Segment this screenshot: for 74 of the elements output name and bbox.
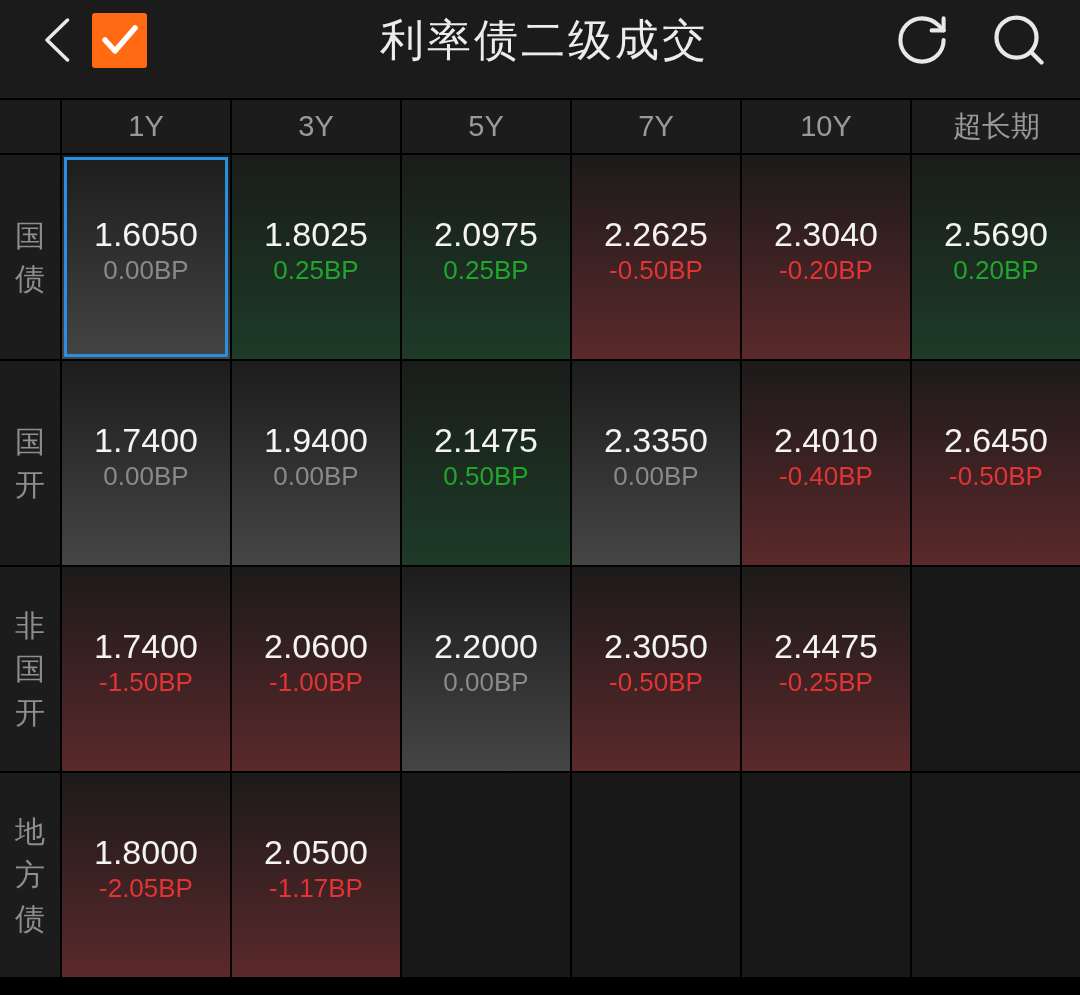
change-value: 0.50BP	[443, 460, 529, 492]
change-value: -1.00BP	[269, 666, 363, 698]
column-header: 1Y	[62, 100, 230, 153]
checkmark-icon	[101, 25, 138, 55]
yield-tile[interactable]: 2.1475 0.50BP	[402, 361, 570, 565]
column-header: 7Y	[572, 100, 740, 153]
change-value: -0.50BP	[949, 460, 1043, 492]
change-value: 0.25BP	[273, 254, 359, 286]
yield-tile[interactable]: 2.6450 -0.50BP	[912, 361, 1080, 565]
row-label: 非国开	[15, 607, 45, 731]
page-title: 利率债二级成交	[380, 13, 709, 66]
column-header: 超长期	[912, 100, 1080, 153]
yield-tile[interactable]: 2.0500 -1.17BP	[232, 773, 400, 977]
yield-tile[interactable]: 2.0975 0.25BP	[402, 155, 570, 359]
yield-value: 2.4010	[774, 420, 878, 460]
change-value: -0.40BP	[779, 460, 873, 492]
yield-value: 2.1475	[434, 420, 538, 460]
yield-value: 2.0975	[434, 214, 538, 254]
yield-tile[interactable]: 2.3050 -0.50BP	[572, 567, 740, 771]
back-icon[interactable]	[44, 18, 70, 62]
yield-tile[interactable]: 2.3350 0.00BP	[572, 361, 740, 565]
change-value: 0.25BP	[443, 254, 529, 286]
yield-value: 2.0600	[264, 626, 368, 666]
search-icon[interactable]	[993, 15, 1045, 65]
change-value: -0.50BP	[609, 254, 703, 286]
change-value: 0.20BP	[953, 254, 1039, 286]
yield-tile[interactable]: 1.7400 0.00BP	[62, 361, 230, 565]
change-value: -1.50BP	[99, 666, 193, 698]
yield-value: 2.5690	[944, 214, 1048, 254]
yield-value: 1.6050	[94, 214, 198, 254]
yield-tile[interactable]: 1.8025 0.25BP	[232, 155, 400, 359]
yield-tile[interactable]: 2.3040 -0.20BP	[742, 155, 910, 359]
table-corner	[0, 100, 60, 153]
yield-tile[interactable]: 2.0600 -1.00BP	[232, 567, 400, 771]
yield-value: 1.7400	[94, 420, 198, 460]
column-header: 3Y	[232, 100, 400, 153]
yield-value: 2.3050	[604, 626, 708, 666]
yield-value: 1.8025	[264, 214, 368, 254]
yield-tile[interactable]: 1.9400 0.00BP	[232, 361, 400, 565]
yield-value: 2.0500	[264, 832, 368, 872]
yield-value: 2.2625	[604, 214, 708, 254]
column-header: 5Y	[402, 100, 570, 153]
yield-tile[interactable]: 2.2625 -0.50BP	[572, 155, 740, 359]
yield-value: 1.8000	[94, 832, 198, 872]
refresh-icon[interactable]	[898, 16, 946, 64]
change-value: -0.25BP	[779, 666, 873, 698]
yield-tile[interactable]: 2.4475 -0.25BP	[742, 567, 910, 771]
change-value: 0.00BP	[613, 460, 699, 492]
row-label: 地方债	[15, 813, 45, 937]
change-value: -0.50BP	[609, 666, 703, 698]
yield-tile[interactable]: 1.6050 0.00BP	[62, 155, 230, 359]
yield-value: 2.2000	[434, 626, 538, 666]
yield-value: 2.6450	[944, 420, 1048, 460]
column-header: 10Y	[742, 100, 910, 153]
yield-value: 1.7400	[94, 626, 198, 666]
change-value: 0.00BP	[443, 666, 529, 698]
yield-tile[interactable]: 2.2000 0.00BP	[402, 567, 570, 771]
row-label: 国债	[15, 217, 45, 297]
yield-tile[interactable]: 1.7400 -1.50BP	[62, 567, 230, 771]
change-value: -2.05BP	[99, 872, 193, 904]
checkbox[interactable]	[92, 12, 147, 68]
yield-value: 2.4475	[774, 626, 878, 666]
change-value: -1.17BP	[269, 872, 363, 904]
yield-value: 2.3350	[604, 420, 708, 460]
yield-tile[interactable]: 2.4010 -0.40BP	[742, 361, 910, 565]
change-value: 0.00BP	[273, 460, 359, 492]
change-value: 0.00BP	[103, 254, 189, 286]
yield-tile[interactable]: 2.5690 0.20BP	[912, 155, 1080, 359]
change-value: -0.20BP	[779, 254, 873, 286]
change-value: 0.00BP	[103, 460, 189, 492]
yield-tile[interactable]: 1.8000 -2.05BP	[62, 773, 230, 977]
yield-value: 2.3040	[774, 214, 878, 254]
yield-value: 1.9400	[264, 420, 368, 460]
row-label: 国开	[15, 423, 45, 503]
